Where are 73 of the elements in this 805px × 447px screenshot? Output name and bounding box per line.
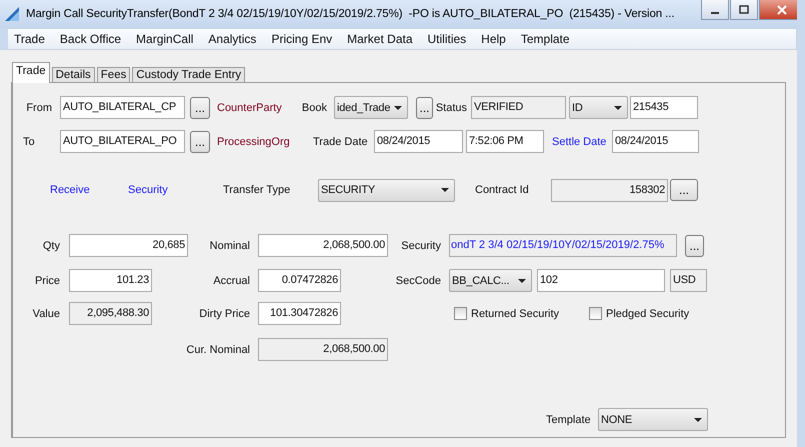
template-dropdown[interactable]: NONE <box>598 408 708 431</box>
field-label: Qty <box>42 240 61 252</box>
close-button[interactable] <box>759 0 797 20</box>
caret-icon <box>518 278 526 282</box>
menu-item[interactable]: Template <box>520 32 570 46</box>
menu-item[interactable]: Help <box>481 32 506 46</box>
checkbox-label: Pledged Security <box>606 308 690 320</box>
field-label: Security <box>400 240 442 252</box>
menu-item[interactable]: Analytics <box>208 32 256 46</box>
checkbox-label: Returned Security <box>471 308 560 320</box>
tab[interactable]: Fees <box>96 67 130 82</box>
caret-icon <box>441 188 449 192</box>
caret-icon <box>394 106 402 110</box>
dirty-price-field[interactable]: 101.30472826 <box>258 302 341 325</box>
checkbox[interactable] <box>454 307 467 320</box>
checkbox[interactable] <box>589 307 602 320</box>
transfer-type-dropdown[interactable]: SECURITY <box>318 178 455 202</box>
field-label: Template <box>546 414 592 426</box>
price-field[interactable]: 101.23 <box>69 269 152 292</box>
maximize-button[interactable] <box>730 0 758 20</box>
minimize-button[interactable] <box>701 0 729 20</box>
maximize-icon <box>739 4 749 14</box>
browse-button[interactable]: ... <box>190 130 210 152</box>
to-field[interactable]: AUTO_BILATERAL_PO <box>60 130 185 153</box>
menu-item[interactable]: Utilities <box>428 32 466 46</box>
tab[interactable]: Trade <box>12 62 50 83</box>
field-label: Cur. Nominal <box>185 344 251 356</box>
accrual-field[interactable]: 0.07472826 <box>258 269 341 292</box>
menu-item[interactable]: Back Office <box>60 32 122 46</box>
menu-item[interactable]: MarginCall <box>136 32 194 46</box>
menu-item[interactable]: Trade <box>14 32 45 46</box>
tab[interactable]: Details <box>52 67 95 82</box>
sec-code-dropdown[interactable]: BB_CALC... <box>449 269 532 292</box>
field-label: Status <box>434 102 468 114</box>
app-logo-icon <box>4 6 20 22</box>
link[interactable]: Security <box>128 184 223 196</box>
trade-time-field[interactable]: 7:52:06 PM <box>466 130 544 153</box>
id-type-dropdown[interactable]: ID <box>569 96 628 119</box>
role-label: ProcessingOrg <box>217 136 291 148</box>
field-label: Transfer Type <box>223 184 292 196</box>
settle-date-field[interactable]: 08/24/2015 <box>612 130 699 153</box>
qty-field[interactable]: 20,685 <box>69 234 188 257</box>
field-label: Nominal <box>208 240 251 252</box>
close-icon <box>777 4 787 14</box>
field-label: To <box>22 136 36 148</box>
from-field[interactable]: AUTO_BILATERAL_CP <box>60 96 185 119</box>
field-label: Accrual <box>212 274 251 286</box>
caret-icon <box>694 418 702 422</box>
browse-button[interactable]: ... <box>416 96 433 118</box>
currency-field: USD <box>670 269 707 292</box>
browse-button[interactable]: ... <box>190 96 210 118</box>
settle-date-link[interactable]: Settle Date <box>552 136 612 148</box>
field-label: SecCode <box>394 274 442 286</box>
caret-icon <box>614 106 622 110</box>
trade-date-field[interactable]: 08/24/2015 <box>374 130 463 153</box>
field-label: Contract Id <box>475 184 530 196</box>
id-field[interactable]: 215435 <box>630 96 698 119</box>
link[interactable]: Receive <box>50 184 128 196</box>
field-label: Trade Date <box>313 136 369 148</box>
field-label: Value <box>32 308 61 320</box>
field-label: Book <box>300 102 328 114</box>
nominal-field[interactable]: 2,068,500.00 <box>258 234 388 257</box>
sec-code-field[interactable]: 102 <box>537 269 665 292</box>
role-label: CounterParty <box>217 102 283 114</box>
minimize-icon <box>711 12 719 14</box>
menu-item[interactable]: Pricing Env <box>271 32 332 46</box>
tab[interactable]: Custody Trade Entry <box>132 67 246 82</box>
field-label: From <box>25 102 53 114</box>
field-label: Dirty Price <box>198 308 251 320</box>
menu-item[interactable]: Market Data <box>347 32 412 46</box>
book-dropdown[interactable]: ided_Trade <box>334 96 408 119</box>
field-label: Price <box>34 274 61 286</box>
window-title: Margin Call SecurityTransfer(BondT 2 3/4 02/15/19/10Y/02/15/2019/2.75%) -PO is AUTO_BILATERAL_PO (215435) - Version ... <box>26 8 674 20</box>
